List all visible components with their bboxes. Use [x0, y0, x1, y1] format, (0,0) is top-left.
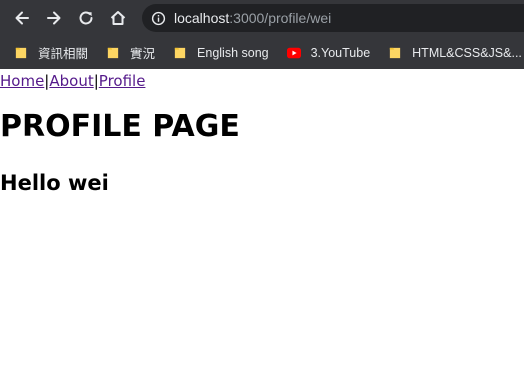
folder-icon [106, 46, 120, 60]
bookmark-label: 資訊相關 [38, 47, 89, 61]
site-nav: Home|About|Profile [0, 70, 524, 92]
url-text[interactable]: localhost:3000/profile/wei [174, 10, 331, 26]
reload-icon [79, 11, 93, 25]
bookmark-label: HTML&CSS&JS&... [412, 45, 522, 60]
page-title: PROFILE PAGE [0, 109, 240, 144]
bookmark-folder[interactable]: English song [167, 40, 277, 66]
reload-button[interactable] [70, 2, 102, 34]
url-path: :3000/profile/wei [229, 10, 332, 26]
folder-icon [14, 46, 28, 60]
folder-icon [173, 46, 187, 60]
bookmark-label: 3.YouTube [310, 45, 371, 60]
forward-button[interactable] [38, 2, 70, 34]
page-content: Home|About|Profile PROFILE PAGE Hello we… [0, 70, 524, 197]
home-button[interactable] [102, 2, 134, 34]
nav-link-about[interactable]: About [49, 72, 93, 90]
bookmark-folder[interactable]: 實況 [100, 40, 163, 66]
folder-icon [388, 46, 402, 60]
bookmark-folder[interactable]: 資訊相關 [8, 40, 96, 66]
home-icon [110, 11, 126, 25]
bookmark-folder[interactable]: HTML&CSS&JS&... [382, 40, 524, 66]
back-button[interactable] [6, 2, 38, 34]
youtube-icon [286, 46, 301, 60]
address-bar[interactable]: localhost:3000/profile/wei [142, 4, 524, 32]
info-icon[interactable] [150, 10, 166, 26]
browser-toolbar: localhost:3000/profile/wei [0, 0, 524, 36]
bookmark-youtube[interactable]: 3.YouTube [281, 40, 379, 66]
nav-link-profile[interactable]: Profile [99, 72, 146, 90]
bookmark-label: English song [197, 45, 269, 60]
bookmark-label: 實況 [130, 47, 156, 61]
bookmarks-bar: 資訊相關 實況 English song 3.YouTube HTML&CSS&… [0, 36, 524, 69]
nav-link-home[interactable]: Home [0, 72, 44, 90]
arrow-right-icon [47, 11, 61, 25]
url-host: localhost [174, 10, 230, 26]
greeting-heading: Hello wei [0, 171, 109, 195]
arrow-left-icon [15, 11, 29, 25]
